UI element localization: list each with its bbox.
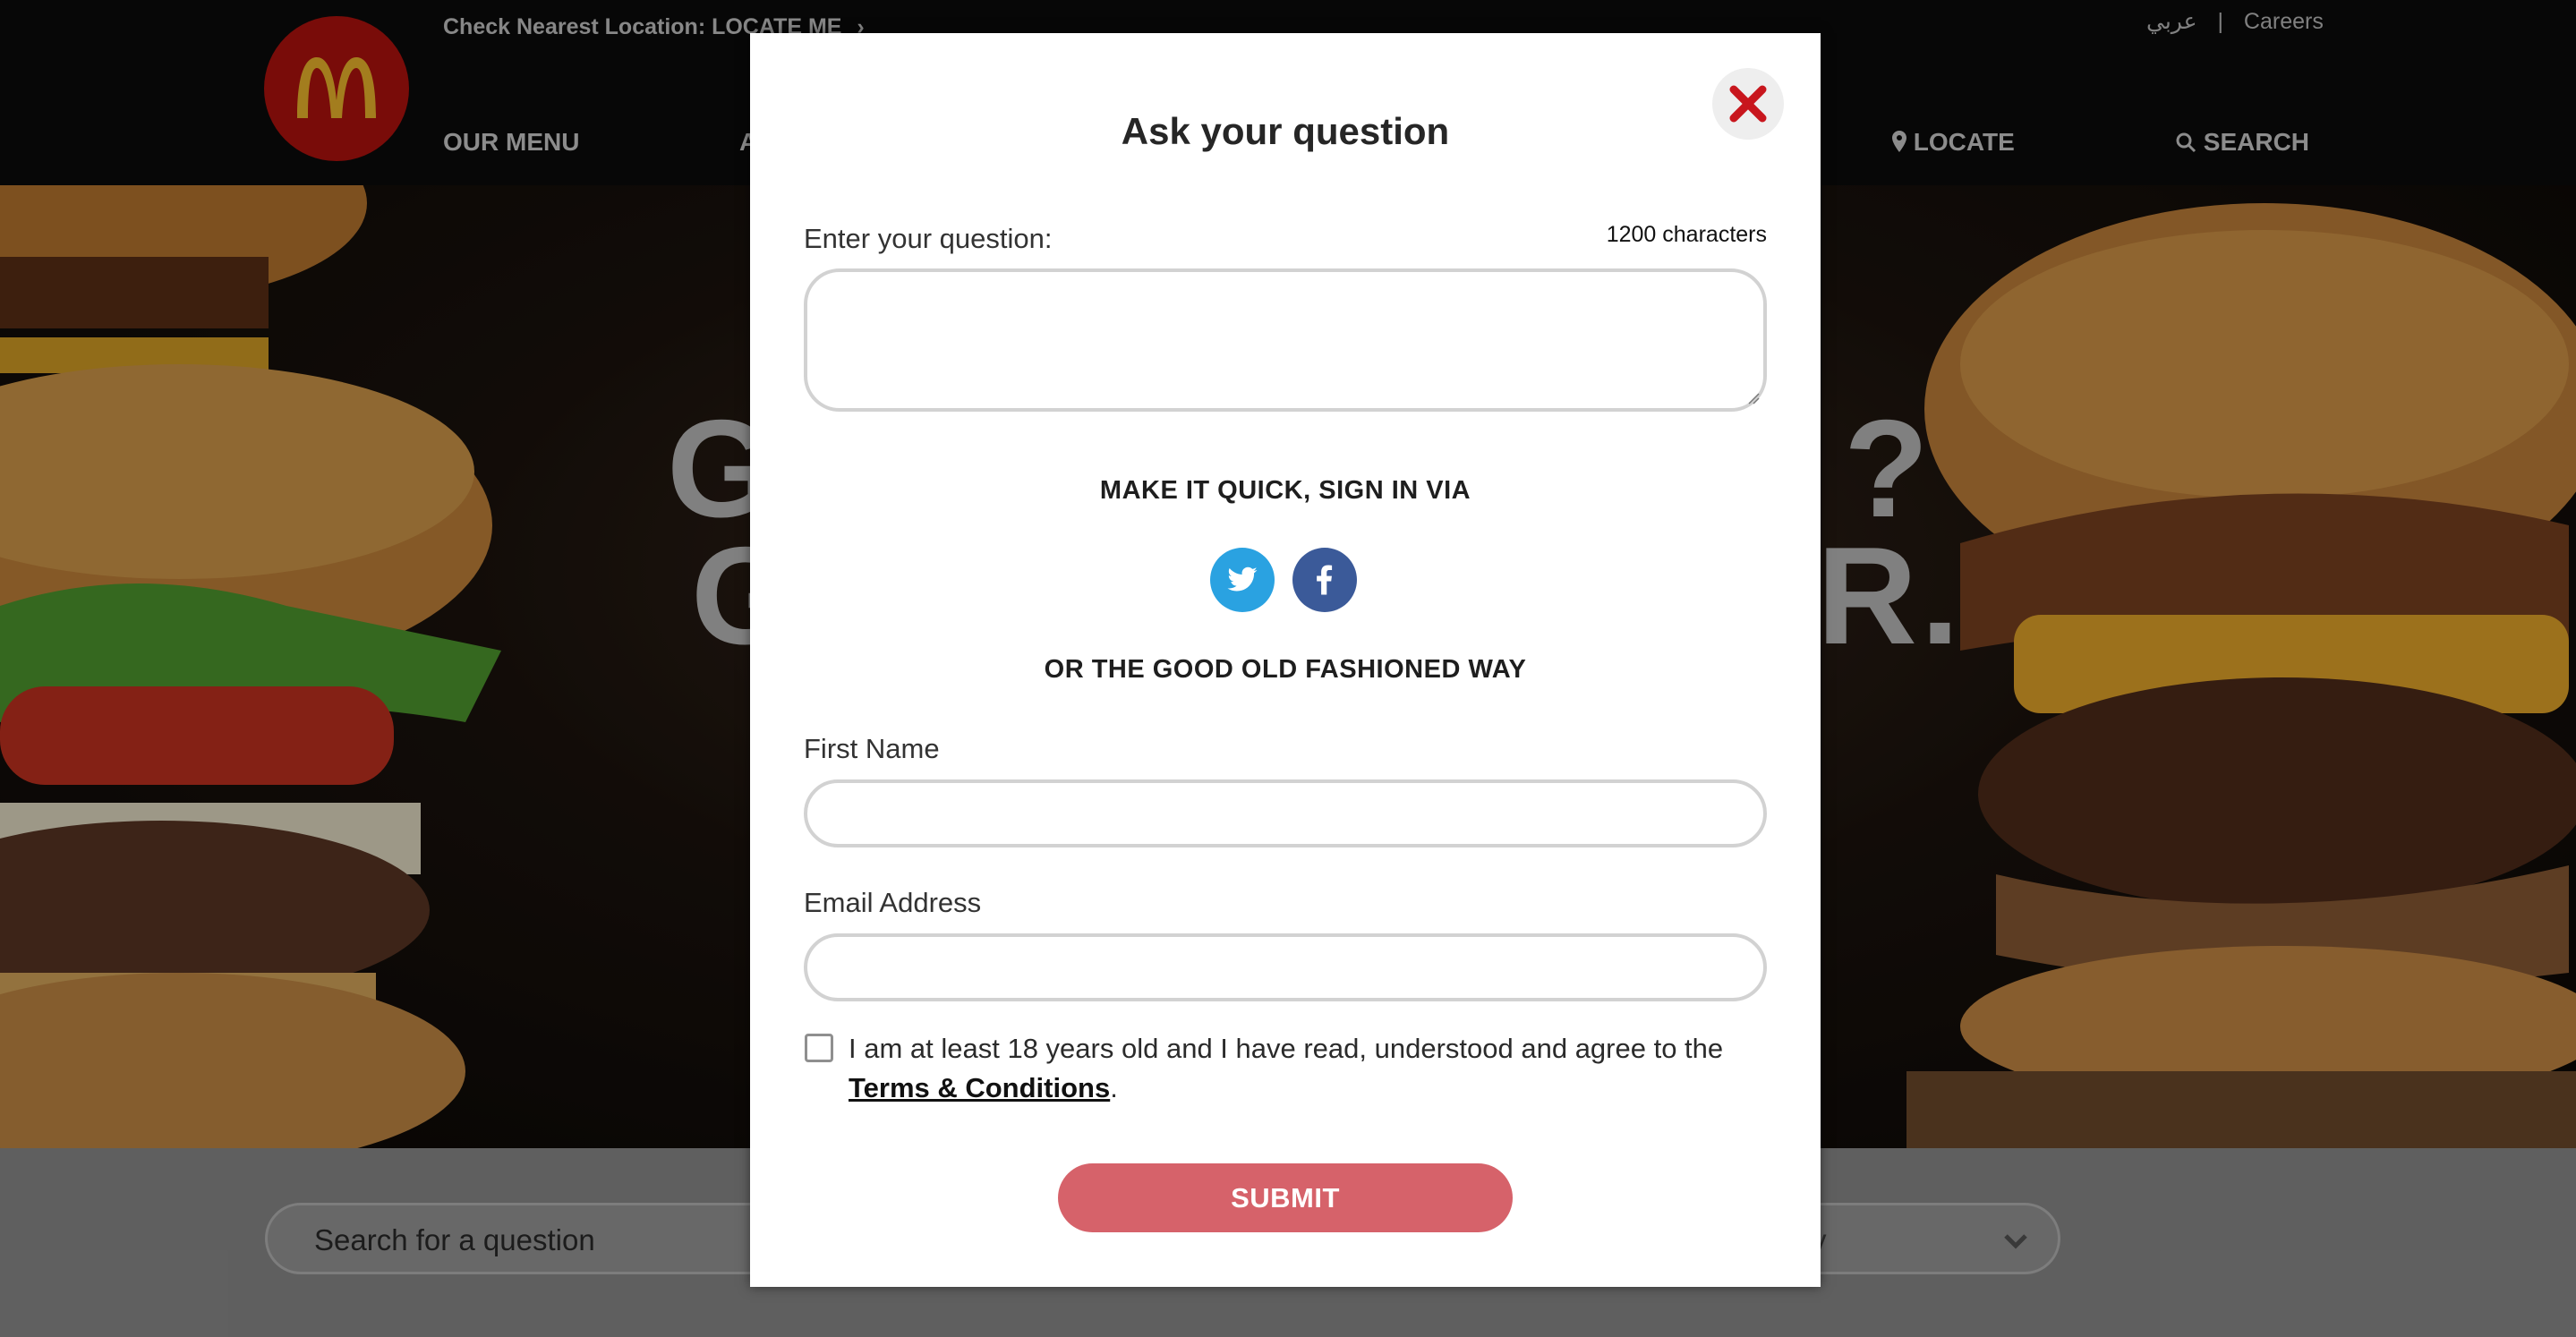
submit-button[interactable]: SUBMIT bbox=[1058, 1163, 1513, 1232]
question-textarea[interactable] bbox=[804, 268, 1767, 412]
ask-question-modal: Ask your question Enter your question: 1… bbox=[750, 33, 1821, 1287]
facebook-signin-button[interactable] bbox=[1292, 548, 1357, 612]
facebook-icon bbox=[1317, 565, 1333, 595]
twitter-signin-button[interactable] bbox=[1210, 548, 1275, 612]
first-name-field[interactable] bbox=[804, 779, 1767, 847]
age-terms-checkbox[interactable] bbox=[805, 1034, 833, 1062]
question-label: Enter your question: bbox=[804, 223, 1053, 254]
social-signin-heading: MAKE IT QUICK, SIGN IN VIA bbox=[1099, 476, 1471, 505]
agreement-copy: I am at least 18 years old and I have re… bbox=[849, 1033, 1724, 1064]
modal-title: Ask your question bbox=[1121, 110, 1450, 152]
email-label: Email Address bbox=[804, 887, 982, 918]
terms-conditions-link[interactable]: Terms & Conditions bbox=[849, 1072, 1110, 1103]
agreement-period: . bbox=[1110, 1072, 1118, 1103]
resize-handle-icon[interactable] bbox=[1747, 392, 1760, 405]
manual-signin-heading: OR THE GOOD OLD FASHIONED WAY bbox=[1044, 655, 1527, 684]
agreement-text: I am at least 18 years old and I have re… bbox=[849, 1029, 1744, 1108]
first-name-label: First Name bbox=[804, 733, 940, 764]
twitter-icon bbox=[1227, 566, 1258, 592]
char-count: 1200 characters bbox=[1606, 222, 1767, 247]
email-field[interactable] bbox=[804, 933, 1767, 1001]
